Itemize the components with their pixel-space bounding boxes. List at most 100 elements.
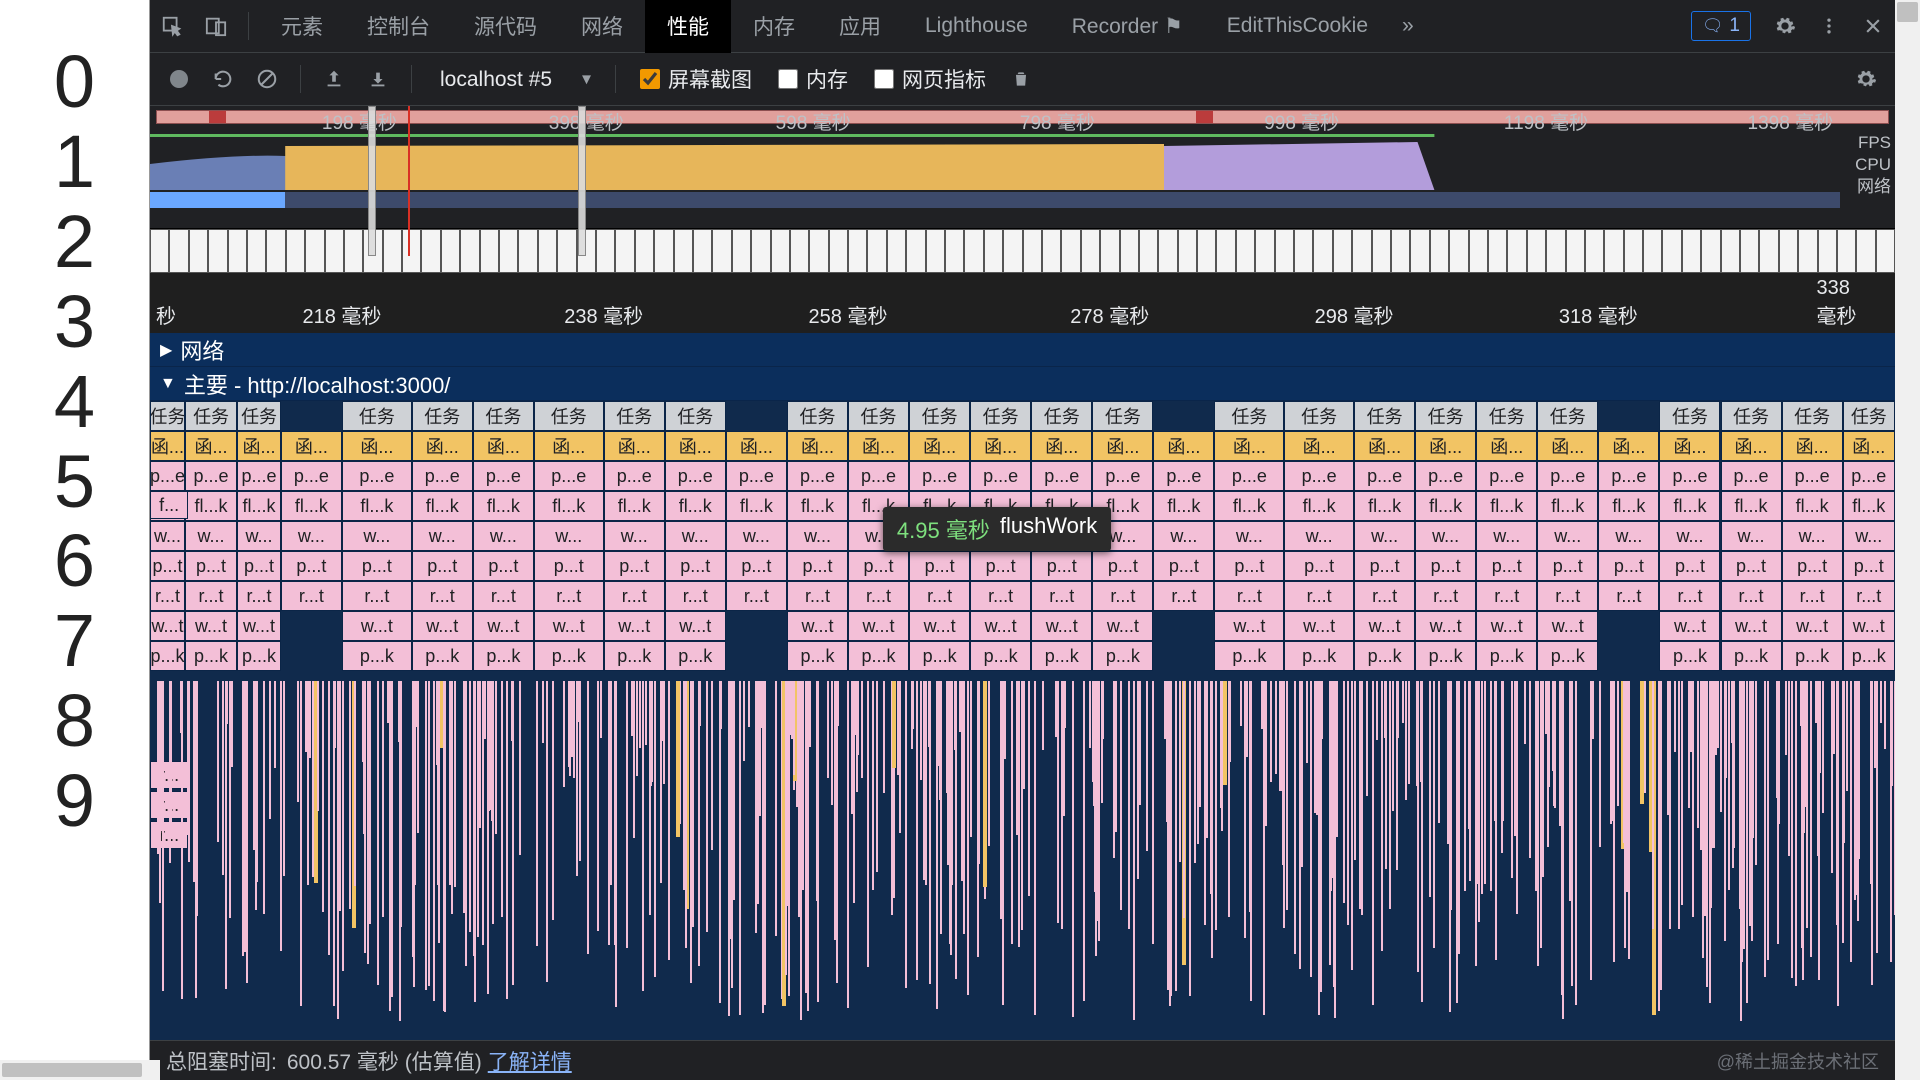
flame-frame[interactable]: p...k (1284, 641, 1354, 671)
flame-frame[interactable]: p...e (1415, 461, 1476, 491)
flame-frame[interactable]: p...e (534, 461, 604, 491)
flame-chart[interactable]: 任务任务任务任务任务任务任务任务任务任务任务任务任务任务任务任务任务任务任务任务… (150, 401, 1895, 1040)
screenshot-thumbnail[interactable] (1178, 229, 1197, 273)
flame-frame[interactable]: 函... (665, 431, 726, 461)
flame-frame[interactable]: p...k (1031, 641, 1092, 671)
vertical-scrollbar[interactable] (1895, 0, 1920, 1080)
screenshot-thumbnail[interactable] (790, 229, 809, 273)
screenshots-checkbox[interactable]: 屏幕截图 (640, 64, 752, 94)
screenshot-thumbnail[interactable] (829, 229, 848, 273)
flame-frame[interactable]: w... (1782, 521, 1843, 551)
capture-settings-icon[interactable] (1847, 60, 1885, 98)
flame-frame[interactable]: w... (1721, 521, 1782, 551)
screenshot-thumbnail[interactable] (1216, 229, 1235, 273)
flame-frame[interactable]: 任务 (1031, 401, 1092, 431)
screenshot-thumbnail[interactable] (867, 229, 886, 273)
flame-frame[interactable]: w... (1659, 521, 1720, 551)
screenshot-thumbnail[interactable] (538, 229, 557, 273)
flame-frame[interactable]: w...t (1843, 611, 1895, 641)
flame-frame[interactable]: r...t (1659, 581, 1720, 611)
section-network[interactable]: ▶ 网络 (150, 333, 1895, 367)
horizontal-scrollbar[interactable] (0, 1060, 160, 1080)
screenshot-thumbnail[interactable] (344, 229, 363, 273)
flame-frame[interactable]: p...e (1354, 461, 1415, 491)
flame-frame[interactable]: p...t (1092, 551, 1153, 581)
screenshot-thumbnail[interactable] (1100, 229, 1119, 273)
flame-frame[interactable]: p...k (909, 641, 970, 671)
flame-frame[interactable]: p...e (237, 461, 281, 491)
screenshot-thumbnail[interactable] (1759, 229, 1778, 273)
flame-frame[interactable]: w... (665, 521, 726, 551)
flame-frame[interactable]: p...e (970, 461, 1031, 491)
flame-frame[interactable]: p...t (665, 551, 726, 581)
flame-frame[interactable]: w... (185, 521, 237, 551)
flame-frame[interactable]: 函... (1659, 431, 1720, 461)
tab-sources[interactable]: 源代码 (452, 0, 559, 53)
screenshot-thumbnail[interactable] (325, 229, 344, 273)
flame-frame[interactable]: w...t (1092, 611, 1153, 641)
flame-frame[interactable]: p...e (848, 461, 909, 491)
flame-frame[interactable]: w...t (1721, 611, 1782, 641)
flame-frame[interactable]: r...t (1721, 581, 1782, 611)
flame-frame[interactable]: p...k (604, 641, 665, 671)
screenshot-thumbnail[interactable] (189, 229, 208, 273)
tab-application[interactable]: 应用 (817, 0, 903, 53)
screenshot-thumbnail[interactable] (1643, 229, 1662, 273)
flame-frame[interactable]: w... (473, 521, 534, 551)
flame-frame[interactable]: p...k (1537, 641, 1598, 671)
flame-frame[interactable]: 函... (281, 431, 342, 461)
flame-frame[interactable]: fl...k (1721, 491, 1782, 521)
screenshot-thumbnail[interactable] (402, 229, 421, 273)
flame-frame[interactable]: fl...k (281, 491, 342, 521)
flame-frame[interactable]: p...t (1659, 551, 1720, 581)
screenshot-thumbnail[interactable] (1352, 229, 1371, 273)
flame-frame[interactable]: fl...k (787, 491, 848, 521)
screenshot-thumbnail[interactable] (1876, 229, 1895, 273)
flame-frame[interactable]: p...e (787, 461, 848, 491)
flame-frame[interactable]: w...t (604, 611, 665, 641)
flame-frame[interactable]: p...k (1721, 641, 1782, 671)
flame-frame[interactable]: p...t (1415, 551, 1476, 581)
screenshot-thumbnail[interactable] (1527, 229, 1546, 273)
flame-frame[interactable]: p...k (1092, 641, 1153, 671)
flame-frame[interactable]: p...k (665, 641, 726, 671)
screenshot-thumbnail[interactable] (1488, 229, 1507, 273)
screenshot-thumbnail[interactable] (906, 229, 925, 273)
flame-frame[interactable]: fl...k (1537, 491, 1598, 521)
screenshot-thumbnail[interactable] (1604, 229, 1623, 273)
screenshot-thumbnail[interactable] (1372, 229, 1391, 273)
flame-frame[interactable]: 任务 (909, 401, 970, 431)
flame-frame[interactable]: w... (534, 521, 604, 551)
screenshot-thumbnail[interactable] (809, 229, 828, 273)
flame-frame[interactable]: fl...k (1598, 491, 1659, 521)
flame-frame[interactable]: p...e (1476, 461, 1537, 491)
screenshot-thumbnail[interactable] (1798, 229, 1817, 273)
screenshot-thumbnail[interactable] (693, 229, 712, 273)
flame-frame[interactable]: w... (1153, 521, 1214, 551)
flame-frame[interactable]: r...t (726, 581, 787, 611)
flame-frame[interactable]: r...t (1415, 581, 1476, 611)
flame-frame[interactable]: 函... (1537, 431, 1598, 461)
flame-frame[interactable]: r...t (1537, 581, 1598, 611)
gear-icon[interactable] (1763, 6, 1807, 46)
flame-frame[interactable]: p...e (1092, 461, 1153, 491)
close-icon[interactable] (1851, 6, 1895, 46)
overview-playhead[interactable] (408, 106, 410, 256)
flame-frame[interactable]: r...t (412, 581, 473, 611)
screenshot-thumbnail[interactable] (228, 229, 247, 273)
screenshot-thumbnail[interactable] (499, 229, 518, 273)
screenshot-thumbnail[interactable] (305, 229, 324, 273)
flame-frame[interactable]: p...e (281, 461, 342, 491)
flame-frame[interactable]: p...t (787, 551, 848, 581)
flame-frame[interactable]: 任务 (787, 401, 848, 431)
screenshot-thumbnail[interactable] (150, 229, 169, 273)
flame-frame[interactable]: r...t (1598, 581, 1659, 611)
flame-frame[interactable]: 函... (1354, 431, 1415, 461)
flame-frame[interactable]: r...t (909, 581, 970, 611)
screenshot-thumbnail[interactable] (169, 229, 188, 273)
screenshot-thumbnail[interactable] (1585, 229, 1604, 273)
flame-frame[interactable]: 任务 (185, 401, 237, 431)
flame-frame[interactable]: fl...k (1214, 491, 1284, 521)
flame-frame[interactable]: p...k (1782, 641, 1843, 671)
flame-frame[interactable]: r...t (1843, 581, 1895, 611)
